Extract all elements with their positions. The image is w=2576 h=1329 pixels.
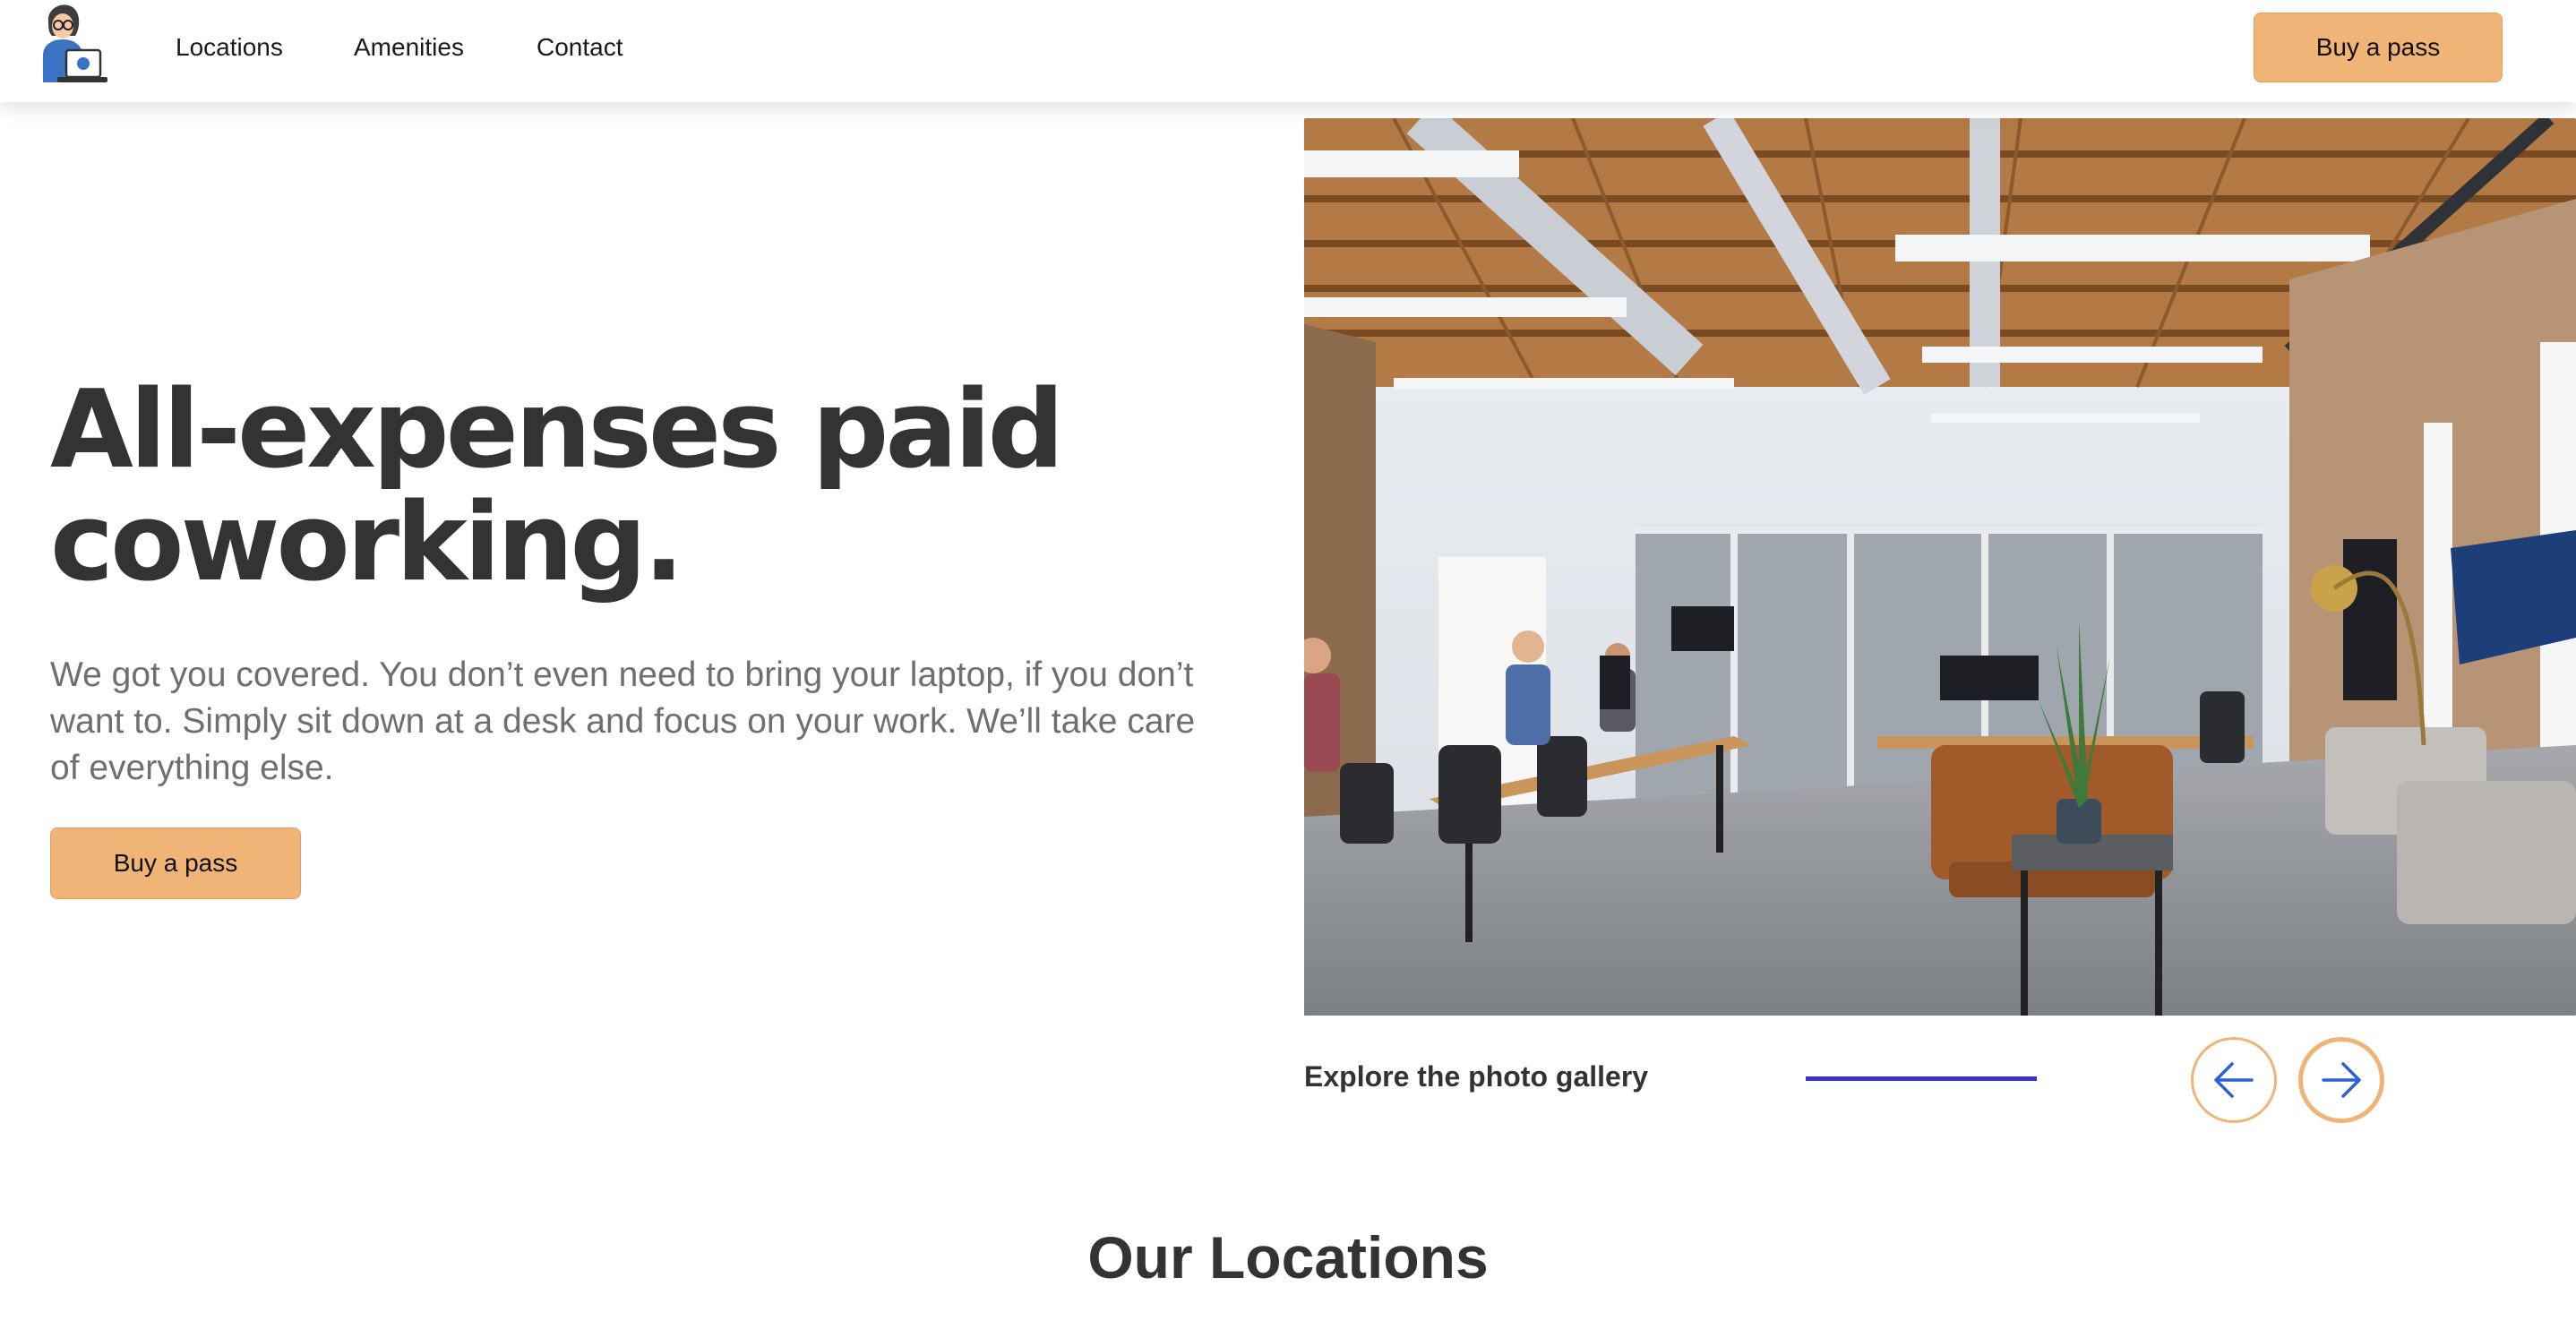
arrow-left-icon [2214, 1062, 2254, 1098]
site-header: Locations Amenities Contact Buy a pass [0, 0, 2576, 102]
gallery-photo [1304, 118, 2576, 1016]
hero-title: All-expenses paid coworking. [50, 368, 1064, 605]
nav-contact[interactable]: Contact [537, 32, 623, 63]
gallery-progress-indicator [1806, 1076, 2037, 1081]
nav-locations[interactable]: Locations [176, 32, 283, 63]
header-buy-pass-button[interactable]: Buy a pass [2254, 13, 2503, 82]
office-photo-illustration [1304, 118, 2576, 1016]
gallery-label: Explore the photo gallery [1304, 1060, 1649, 1093]
arrow-right-icon [2322, 1062, 2361, 1098]
locations-section-title: Our Locations [1087, 1224, 1489, 1290]
nav-amenities[interactable]: Amenities [354, 32, 464, 63]
gallery-next-button[interactable] [2298, 1037, 2384, 1123]
gallery-prev-button[interactable] [2191, 1037, 2277, 1123]
hero-description: We got you covered. You don’t even need … [50, 656, 1196, 787]
logo-icon[interactable] [36, 0, 116, 88]
hero-buy-pass-button[interactable]: Buy a pass [50, 827, 301, 899]
